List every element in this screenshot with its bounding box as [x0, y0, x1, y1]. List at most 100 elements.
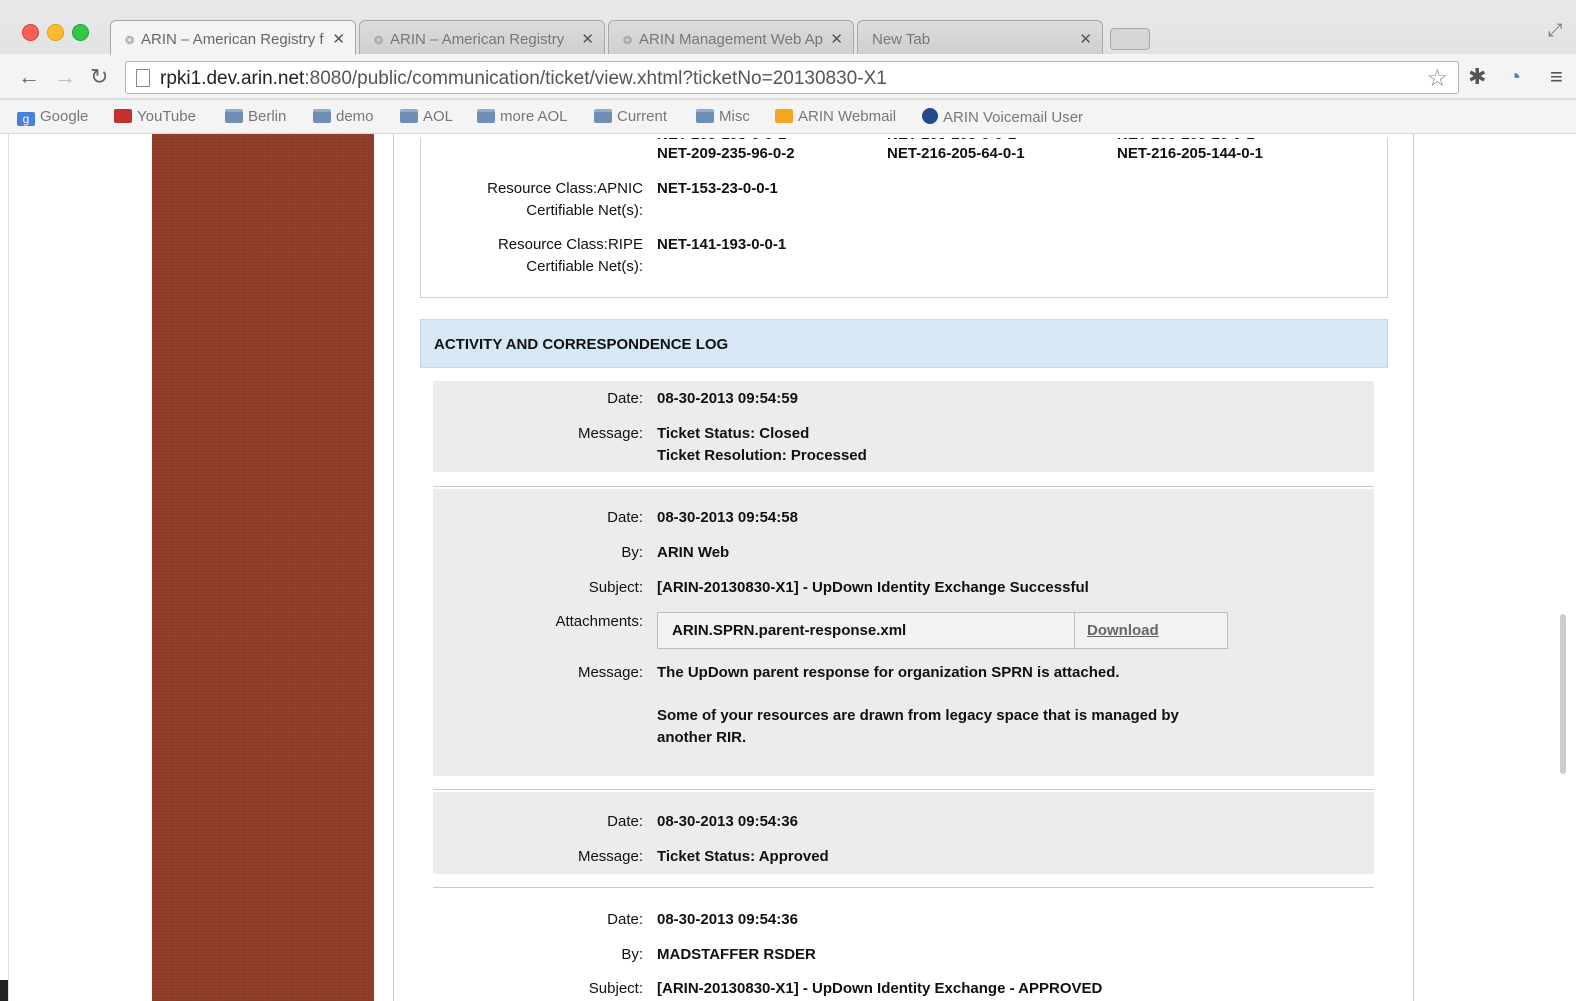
date-value: 08-30-2013 09:54:58 — [657, 509, 798, 526]
bookmark-aol[interactable]: AOL — [400, 108, 453, 125]
bookmark-current[interactable]: Current — [594, 108, 667, 125]
window-edge — [1566, 134, 1576, 1001]
address-bar[interactable]: rpki1.dev.arin.net:8080/public/communica… — [125, 61, 1459, 94]
subject-label: Subject: — [588, 579, 643, 596]
tab-label: ARIN – American Registry — [390, 31, 565, 48]
ripe-label-2: Certifiable Net(s): — [526, 258, 643, 275]
ripe-label: Resource Class:RIPE — [497, 236, 643, 253]
message-label: Message: — [577, 425, 643, 442]
net-value: NET-216-205-64-0-1 — [887, 145, 1025, 162]
date-label: Date: — [607, 390, 643, 407]
extension-icon[interactable]: ✱ — [1468, 64, 1486, 90]
forward-arrow-icon[interactable]: → — [54, 64, 76, 90]
folder-icon — [594, 109, 612, 123]
bookmark-arin-voicemail[interactable]: ARIN Voicemail User — [922, 108, 1090, 126]
date-label: Date: — [607, 813, 643, 830]
tab-arin-1[interactable]: ❂ ARIN – American Registry f ✕ — [110, 20, 356, 55]
page-icon — [136, 69, 150, 87]
net-value: NET-209-235-96-0-2 — [657, 145, 795, 162]
voicemail-icon — [922, 108, 938, 124]
tab-arin-2[interactable]: ❂ ARIN – American Registry ✕ — [359, 20, 605, 54]
folder-icon — [313, 109, 331, 123]
voicemail-extension-icon[interactable]: ◔ — [1508, 64, 1521, 90]
date-value: 08-30-2013 09:54:59 — [657, 390, 798, 407]
tab-new-tab[interactable]: New Tab ✕ — [857, 20, 1103, 54]
folder-icon — [696, 109, 714, 123]
date-value: 08-30-2013 09:54:36 — [657, 813, 798, 830]
favicon-icon: ❂ — [374, 35, 384, 47]
reload-icon[interactable]: ↻ — [90, 64, 108, 90]
close-window-button[interactable] — [22, 24, 39, 41]
folder-icon — [400, 109, 418, 123]
net-value: NET-216-205-144-0-1 — [1117, 145, 1263, 162]
bookmark-arin-webmail[interactable]: ARIN Webmail — [775, 108, 896, 125]
tab-label: New Tab — [872, 31, 931, 48]
subject-value: [ARIN-20130830-X1] - UpDown Identity Exc… — [657, 579, 1089, 596]
message-value: The UpDown parent response for organizat… — [657, 664, 1120, 681]
back-arrow-icon[interactable]: ← — [18, 64, 40, 90]
window-edge — [0, 134, 9, 1001]
webmail-icon — [775, 109, 793, 123]
message-label: Message: — [577, 848, 643, 865]
favicon-icon: ❂ — [125, 35, 135, 47]
google-icon: g — [17, 112, 35, 126]
tab-arin-management[interactable]: ❂ ARIN Management Web Ap ✕ — [608, 20, 854, 54]
subject-value: [ARIN-20130830-X1] - UpDown Identity Exc… — [657, 980, 1103, 997]
fullscreen-icon[interactable]: ⤢ — [1548, 20, 1562, 41]
by-label: By: — [621, 544, 643, 561]
by-value: MADSTAFFER RSDER — [657, 946, 816, 963]
date-label: Date: — [607, 509, 643, 526]
close-tab-icon[interactable]: ✕ — [1079, 30, 1092, 48]
attachments-label: Attachments: — [555, 613, 643, 630]
address-url: rpki1.dev.arin.net:8080/public/communica… — [160, 68, 887, 89]
download-link[interactable]: Download — [1087, 622, 1159, 639]
message-value: Ticket Resolution: Processed — [657, 447, 867, 464]
close-tab-icon[interactable]: ✕ — [332, 30, 345, 48]
window-corner — [0, 980, 8, 1001]
folder-icon — [477, 109, 495, 123]
bookmark-youtube[interactable]: YouTube — [114, 108, 196, 125]
bookmark-google[interactable]: g Google — [17, 108, 88, 126]
bookmark-more-aol[interactable]: more AOL — [477, 108, 568, 125]
attachment-filename: ARIN.SPRN.parent-response.xml — [672, 622, 907, 639]
bookmark-misc[interactable]: Misc — [696, 108, 750, 125]
folder-icon — [225, 109, 243, 123]
left-sidebar-decoration — [152, 134, 374, 1001]
entry-divider — [433, 486, 1374, 487]
activity-log-header: ACTIVITY AND CORRESPONDENCE LOG — [420, 319, 1388, 368]
youtube-icon — [114, 109, 132, 123]
minimize-window-button[interactable] — [47, 24, 64, 41]
bookmark-demo[interactable]: demo — [313, 108, 374, 125]
by-label: By: — [621, 946, 643, 963]
apnic-label-2: Certifiable Net(s): — [526, 202, 643, 219]
attachment-box: ARIN.SPRN.parent-response.xml Download — [657, 612, 1228, 649]
scrollbar[interactable] — [1560, 614, 1566, 774]
by-value: ARIN Web — [657, 544, 730, 561]
entry-divider — [433, 789, 1374, 790]
scroll-cutoff-mask — [420, 134, 1388, 138]
close-tab-icon[interactable]: ✕ — [830, 30, 843, 48]
tab-label: ARIN – American Registry f — [141, 31, 324, 48]
date-label: Date: — [607, 911, 643, 928]
tab-label: ARIN Management Web Ap — [639, 31, 823, 48]
new-tab-button[interactable] — [1110, 28, 1150, 50]
bookmark-star-icon[interactable]: ☆ — [1426, 64, 1448, 93]
zoom-window-button[interactable] — [72, 24, 89, 41]
close-tab-icon[interactable]: ✕ — [581, 30, 594, 48]
menu-icon[interactable]: ≡ — [1550, 64, 1563, 90]
message-value: Some of your resources are drawn from le… — [657, 707, 1179, 724]
message-value: Ticket Status: Closed — [657, 425, 810, 442]
favicon-icon: ❂ — [623, 35, 633, 47]
date-value: 08-30-2013 09:54:36 — [657, 911, 798, 928]
message-value: Ticket Status: Approved — [657, 848, 829, 865]
entry-divider — [433, 887, 1374, 888]
bookmarks-bar: g Google YouTube Berlin demo AOL more AOL… — [0, 100, 1576, 133]
bookmark-berlin[interactable]: Berlin — [225, 108, 286, 125]
message-value: another RIR. — [657, 729, 747, 746]
apnic-net-value: NET-153-23-0-0-1 — [657, 180, 778, 197]
attachment-divider — [1074, 613, 1075, 648]
apnic-label: Resource Class:APNIC — [487, 180, 643, 197]
page-viewport: NET-209-193-0-0-1 NET-209-208-0-0-1 NET-… — [0, 134, 1576, 1001]
subject-label: Subject: — [588, 980, 643, 997]
message-label: Message: — [577, 664, 643, 681]
